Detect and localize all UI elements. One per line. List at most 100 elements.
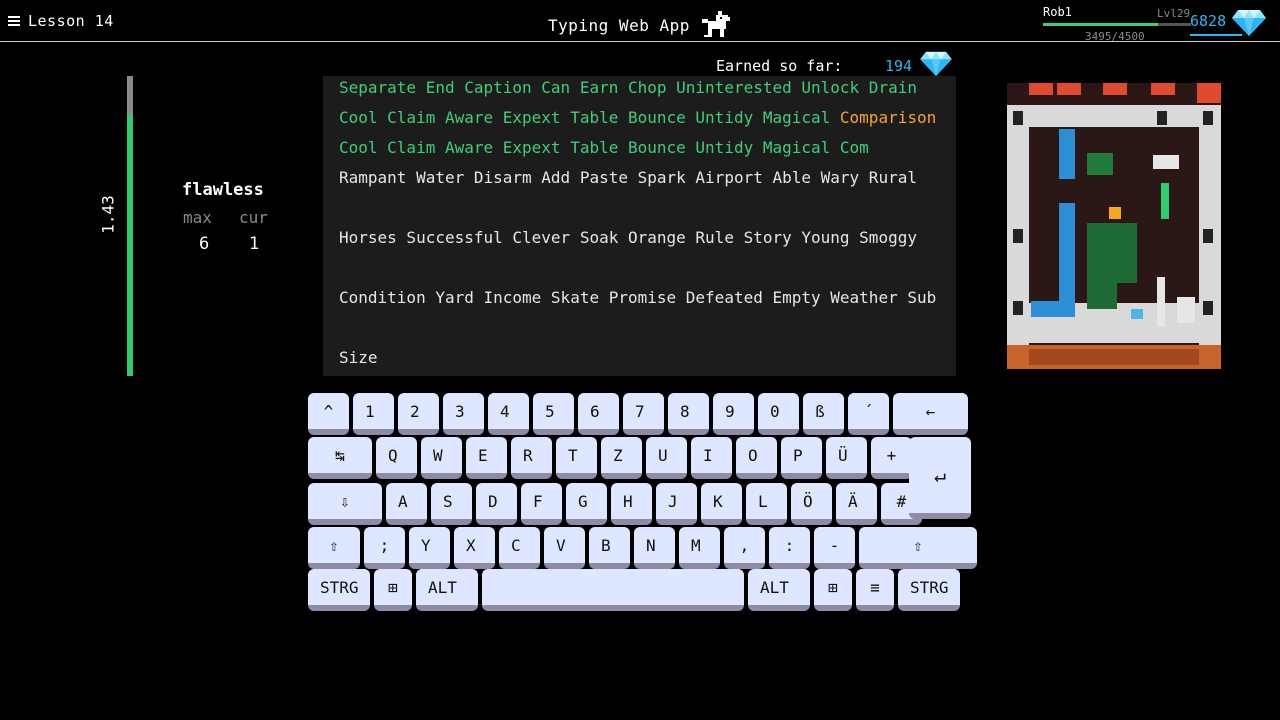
key-5[interactable]: 5 (533, 393, 574, 435)
key-symbol[interactable]: , (724, 527, 765, 569)
key-symbol[interactable]: ´ (848, 393, 889, 435)
key-symbol[interactable]: ≡ (856, 569, 894, 611)
key-ü[interactable]: Ü (826, 437, 867, 479)
current-word: Comparison (839, 108, 937, 127)
key-p[interactable]: P (781, 437, 822, 479)
top-bar: Lesson 14 Typing Web App Rob1 Lvl29 3495… (0, 0, 1280, 43)
key-4[interactable]: 4 (488, 393, 529, 435)
hamburger-icon (8, 16, 20, 26)
app-title-text: Typing Web App (548, 15, 690, 35)
dungeon-map (1007, 83, 1221, 369)
key-r[interactable]: R (511, 437, 552, 479)
key-ö[interactable]: Ö (791, 483, 832, 525)
key-f[interactable]: F (521, 483, 562, 525)
gems-total: 6828 (1190, 12, 1227, 30)
typed-text: Cool Claim Aware Expext Table Bounce Unt… (339, 138, 869, 157)
speed-value: 1.43 (98, 195, 118, 234)
key-6[interactable]: 6 (578, 393, 619, 435)
key-e[interactable]: E (466, 437, 507, 479)
key-symbol[interactable]: ↹ (308, 437, 372, 479)
key-ä[interactable]: Ä (836, 483, 877, 525)
key-w[interactable]: W (421, 437, 462, 479)
key-y[interactable]: Y (409, 527, 450, 569)
key-n[interactable]: N (634, 527, 675, 569)
pending-text: Rampant Water Disarm Add Paste Spark Air… (339, 168, 917, 187)
text-line: Cool Claim Aware Expext Table Bounce Unt… (339, 108, 936, 127)
key-2[interactable]: 2 (398, 393, 439, 435)
earned-value: 194 (885, 57, 913, 75)
lesson-title: Lesson 14 (28, 12, 114, 30)
key-i[interactable]: I (691, 437, 732, 479)
key-symbol[interactable]: STRG (898, 569, 960, 611)
key-symbol[interactable]: ; (364, 527, 405, 569)
menu-button[interactable]: Lesson 14 (8, 12, 114, 30)
key-t[interactable]: T (556, 437, 597, 479)
key-b[interactable]: B (589, 527, 630, 569)
key-x[interactable]: X (454, 527, 495, 569)
key-j[interactable]: J (656, 483, 697, 525)
key-0[interactable]: 0 (758, 393, 799, 435)
cur-label: cur (239, 208, 268, 227)
text-line: Size (339, 348, 378, 367)
cur-value: 1 (249, 234, 260, 254)
key-3[interactable]: 3 (443, 393, 484, 435)
key-g[interactable]: G (566, 483, 607, 525)
text-line: Horses Successful Clever Soak Orange Rul… (339, 228, 917, 247)
key-symbol[interactable]: ← (893, 393, 968, 435)
combo-title: flawless (182, 180, 264, 200)
user-level: Lvl29 (1157, 7, 1191, 20)
earned-label: Earned so far: (716, 57, 843, 75)
key-symbol[interactable]: ⇧ (859, 527, 977, 569)
key-m[interactable]: M (679, 527, 720, 569)
key-symbol[interactable]: : (769, 527, 810, 569)
xp-progress-fill (1043, 23, 1158, 26)
key-z[interactable]: Z (601, 437, 642, 479)
key-k[interactable]: K (701, 483, 742, 525)
username: Rob1 (1043, 5, 1072, 19)
key-h[interactable]: H (611, 483, 652, 525)
key-ß[interactable]: ß (803, 393, 844, 435)
key-u[interactable]: U (646, 437, 687, 479)
diamond-icon (920, 51, 952, 76)
text-line: Condition Yard Income Skate Promise Defe… (339, 288, 936, 307)
key-space[interactable] (482, 569, 744, 611)
key-7[interactable]: 7 (623, 393, 664, 435)
key-symbol[interactable]: + (871, 437, 912, 479)
key-enter[interactable]: ↵ (909, 437, 971, 519)
key-v[interactable]: V (544, 527, 585, 569)
text-line: Rampant Water Disarm Add Paste Spark Air… (339, 168, 917, 187)
key-d[interactable]: D (476, 483, 517, 525)
key-q[interactable]: Q (376, 437, 417, 479)
key-symbol[interactable]: ALT (416, 569, 478, 611)
key-symbol[interactable]: ALT (748, 569, 810, 611)
typed-text: Cool Claim Aware Expext Table Bounce Unt… (339, 108, 840, 127)
key-symbol[interactable]: ⇩ (308, 483, 382, 525)
typing-text-panel[interactable]: Separate End Caption Can Earn Chop Unint… (323, 76, 956, 376)
text-line: Separate End Caption Can Earn Chop Unint… (339, 78, 917, 97)
on-screen-keyboard: ^ 1 2 3 4 5 6 7 8 9 0 ß ´ ← ↹ Q W E R T Z U I O P Ü + ⇩ A S D F G H J K L Ö Ä #… (308, 393, 977, 611)
key-symbol[interactable]: - (814, 527, 855, 569)
key-o[interactable]: O (736, 437, 777, 479)
max-label: max (183, 208, 212, 227)
app-title: Typing Web App (548, 11, 730, 39)
pending-text: Size (339, 348, 378, 367)
xp-progress-bar (1043, 23, 1191, 26)
key-symbol[interactable]: ⇧ (308, 527, 360, 569)
xp-text: 3495/4500 (1085, 30, 1145, 43)
key-l[interactable]: L (746, 483, 787, 525)
key-8[interactable]: 8 (668, 393, 709, 435)
key-symbol[interactable]: ^ (308, 393, 349, 435)
pending-text: Condition Yard Income Skate Promise Defe… (339, 288, 937, 307)
key-s[interactable]: S (431, 483, 472, 525)
key-symbol[interactable]: ⊞ (814, 569, 852, 611)
text-line-input: Cool Claim Aware Expext Table Bounce Unt… (339, 138, 869, 157)
speed-meter-fill (127, 115, 133, 376)
typed-text: Separate End Caption Can Earn Chop Unint… (339, 78, 917, 97)
key-c[interactable]: C (499, 527, 540, 569)
key-symbol[interactable]: STRG (308, 569, 370, 611)
dog-logo-icon (701, 11, 730, 37)
key-9[interactable]: 9 (713, 393, 754, 435)
key-1[interactable]: 1 (353, 393, 394, 435)
key-symbol[interactable]: ⊞ (374, 569, 412, 611)
key-a[interactable]: A (386, 483, 427, 525)
